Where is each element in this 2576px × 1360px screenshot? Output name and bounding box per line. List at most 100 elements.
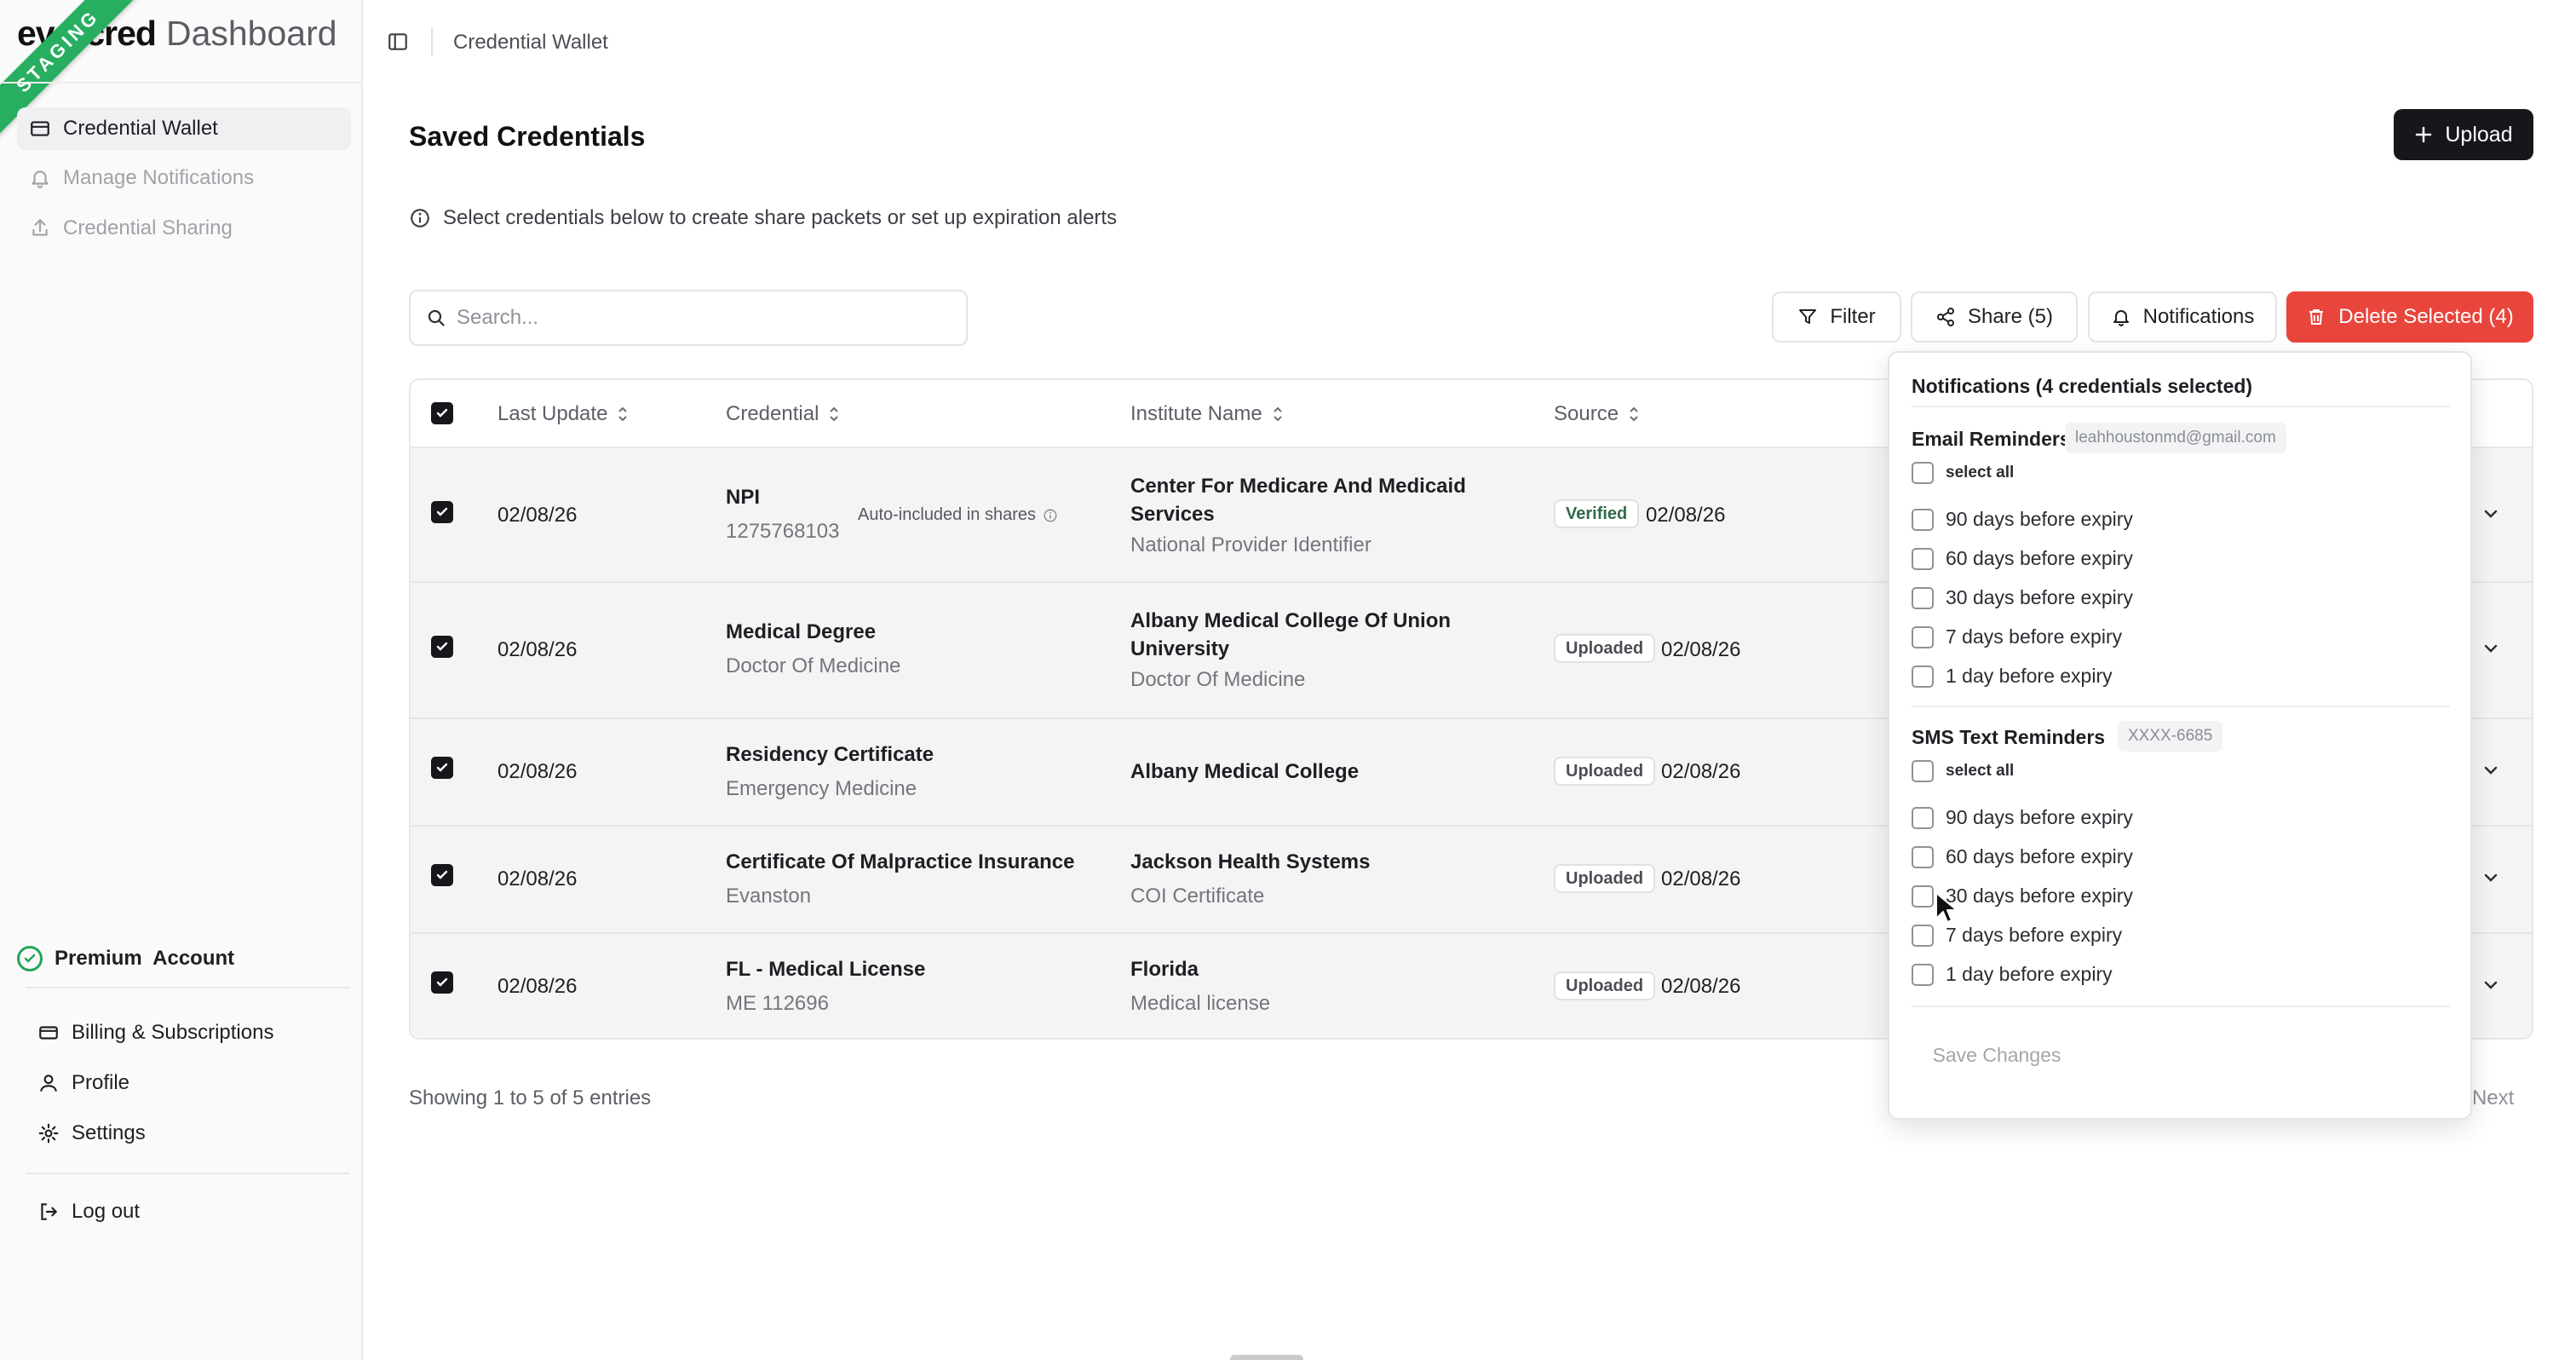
- info-icon[interactable]: [1043, 508, 1058, 523]
- logout-icon: [41, 1203, 58, 1220]
- brand-divider: [0, 82, 361, 84]
- institute-name: Albany Medical College: [1130, 760, 1360, 783]
- select-all-checkbox[interactable]: [431, 402, 453, 424]
- email-option-60-days[interactable]: 60 days before expiry: [1912, 547, 2133, 570]
- option-label: 1 day before expiry: [1946, 963, 2113, 985]
- source-date: 02/08/26: [1661, 638, 1741, 661]
- logout-label: Log out: [72, 1200, 141, 1223]
- row-checkbox[interactable]: [431, 971, 453, 994]
- option-label: 30 days before expiry: [1946, 586, 2133, 608]
- checkbox[interactable]: [1912, 586, 1934, 609]
- share-label: Share (5): [1967, 305, 2054, 328]
- row-checkbox[interactable]: [431, 757, 453, 779]
- share-button[interactable]: Share (5): [1911, 291, 2078, 343]
- checkbox[interactable]: [1912, 462, 1934, 484]
- option-label: select all: [1946, 464, 2015, 481]
- sms-option-60-days[interactable]: 60 days before expiry: [1912, 845, 2133, 868]
- email-address-tag: leahhoustonmd@gmail.com: [2065, 423, 2286, 453]
- credential-detail: ME 112696: [726, 992, 829, 1015]
- chevron-down-icon[interactable]: [2481, 760, 2501, 781]
- filter-button[interactable]: Filter: [1772, 291, 1901, 343]
- sms-option-90-days[interactable]: 90 days before expiry: [1912, 806, 2133, 829]
- email-option-90-days[interactable]: 90 days before expiry: [1912, 508, 2133, 531]
- chevron-down-icon[interactable]: [2481, 638, 2501, 659]
- pagination-next-button[interactable]: Next: [2472, 1086, 2514, 1110]
- sort-icon: [618, 406, 628, 422]
- gear-icon: [38, 1123, 59, 1144]
- institute-detail: Doctor Of Medicine: [1130, 668, 1306, 691]
- option-label: 90 days before expiry: [1946, 806, 2133, 828]
- chevron-down-icon[interactable]: [2481, 504, 2501, 524]
- sidebar-item-manage-notifications[interactable]: Manage Notifications: [17, 157, 351, 199]
- phone-number-tag: XXXX-6685: [2118, 721, 2223, 752]
- credit-card-icon: [39, 1026, 58, 1040]
- credential-detail: Emergency Medicine: [726, 777, 917, 800]
- sidebar-item-label: Settings: [72, 1121, 146, 1144]
- institute-name: Albany Medical College Of Union Universi…: [1130, 609, 1452, 660]
- checkbox[interactable]: [1912, 625, 1934, 648]
- sidebar-item-profile[interactable]: Profile: [37, 1071, 129, 1095]
- source-date: 02/08/26: [1661, 975, 1741, 998]
- sms-option-1-day[interactable]: 1 day before expiry: [1912, 963, 2113, 986]
- source-badge: Uploaded: [1554, 757, 1656, 786]
- checkbox[interactable]: [1912, 963, 1934, 986]
- last-update-cell: 02/08/26: [497, 975, 578, 998]
- notifications-button[interactable]: Notifications: [2088, 291, 2277, 343]
- resize-handle[interactable]: [1230, 1355, 1303, 1360]
- delete-selected-label: Delete Selected (4): [2338, 305, 2514, 328]
- search-input[interactable]: [457, 306, 951, 330]
- premium-account-label: Premium Account: [55, 947, 235, 970]
- sidebar-item-settings[interactable]: Settings: [37, 1121, 146, 1145]
- source-badge: Verified: [1554, 499, 1640, 528]
- sms-option-7-days[interactable]: 7 days before expiry: [1912, 924, 2122, 947]
- search-icon: [428, 309, 445, 326]
- column-header-label: Institute Name: [1130, 402, 1262, 425]
- column-header-credential[interactable]: Credential: [726, 402, 841, 426]
- bell-icon: [32, 170, 49, 188]
- delete-selected-button[interactable]: Delete Selected (4): [2286, 291, 2533, 343]
- sidebar-item-label: Manage Notifications: [63, 166, 255, 189]
- checkbox[interactable]: [1912, 924, 1934, 947]
- checkbox[interactable]: [1912, 845, 1934, 868]
- checkbox[interactable]: [1912, 806, 1934, 829]
- column-header-institute-name[interactable]: Institute Name: [1130, 402, 1285, 426]
- checkbox[interactable]: [1912, 547, 1934, 570]
- column-header-last-update[interactable]: Last Update: [497, 402, 630, 426]
- breadcrumb[interactable]: Credential Wallet: [453, 31, 608, 55]
- email-option-30-days[interactable]: 30 days before expiry: [1912, 586, 2133, 609]
- search-box[interactable]: [409, 290, 968, 346]
- email-option-7-days[interactable]: 7 days before expiry: [1912, 625, 2122, 648]
- row-checkbox[interactable]: [431, 864, 453, 886]
- sms-select-all[interactable]: select all: [1912, 760, 2014, 782]
- chevron-down-icon[interactable]: [2481, 867, 2501, 888]
- row-checkbox[interactable]: [431, 501, 453, 523]
- checkbox[interactable]: [1912, 885, 1934, 908]
- last-update-cell: 02/08/26: [497, 867, 578, 890]
- sort-icon: [1274, 406, 1282, 422]
- upload-button[interactable]: Upload: [2394, 109, 2533, 160]
- checkbox[interactable]: [1912, 760, 1934, 782]
- option-label: 7 days before expiry: [1946, 924, 2123, 946]
- logout-button[interactable]: Log out: [37, 1200, 140, 1224]
- checkbox[interactable]: [1912, 508, 1934, 531]
- source-badge: Uploaded: [1554, 864, 1656, 893]
- row-checkbox[interactable]: [431, 636, 453, 658]
- credential-name: NPI: [726, 486, 761, 509]
- chevron-down-icon[interactable]: [2481, 975, 2501, 995]
- sidebar-item-billing[interactable]: Billing & Subscriptions: [37, 1021, 273, 1045]
- institute-detail: COI Certificate: [1130, 885, 1265, 908]
- sidebar-item-credential-sharing[interactable]: Credential Sharing: [17, 207, 351, 250]
- filter-icon: [1799, 309, 1817, 324]
- save-changes-button[interactable]: Save Changes: [1927, 1029, 2067, 1081]
- credential-detail: 1275768103: [726, 520, 840, 543]
- option-label: 60 days before expiry: [1946, 547, 2133, 569]
- sidebar-item-credential-wallet[interactable]: Credential Wallet: [17, 107, 351, 150]
- email-select-all[interactable]: select all: [1912, 462, 2014, 484]
- column-header-label: Credential: [726, 402, 819, 425]
- option-label: 60 days before expiry: [1946, 845, 2133, 867]
- top-bar: Credential Wallet: [365, 0, 2576, 85]
- email-option-1-day[interactable]: 1 day before expiry: [1912, 665, 2113, 688]
- checkbox[interactable]: [1912, 665, 1934, 688]
- sidebar-toggle-icon[interactable]: [387, 31, 409, 53]
- column-header-source[interactable]: Source: [1554, 402, 1641, 426]
